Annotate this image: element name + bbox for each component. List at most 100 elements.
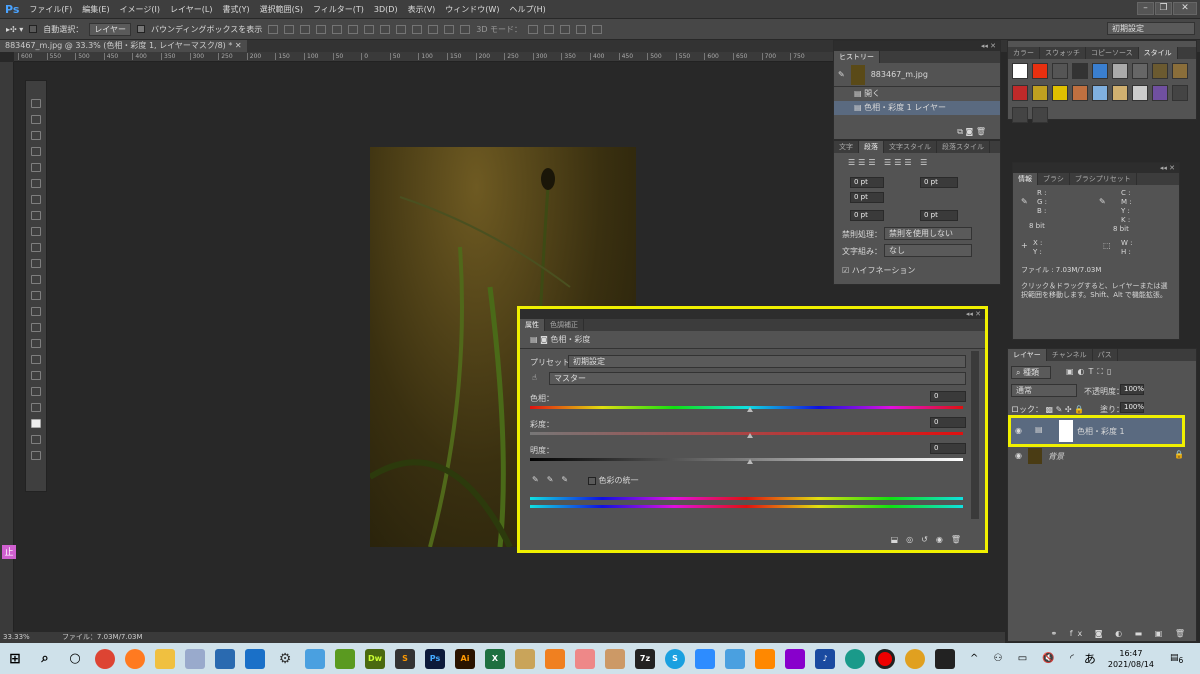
style-swatch[interactable]: [1092, 63, 1108, 79]
distribute-top-icon[interactable]: [364, 24, 375, 34]
align-left-icon[interactable]: [316, 24, 327, 34]
excel-icon[interactable]: X: [485, 648, 505, 669]
photos-icon[interactable]: [215, 648, 235, 669]
menu-layer[interactable]: レイヤー(L): [170, 4, 212, 15]
style-swatch[interactable]: [1012, 85, 1028, 101]
saturation-field[interactable]: 0: [930, 417, 966, 428]
healing-tool[interactable]: [31, 195, 41, 204]
style-swatch[interactable]: [1052, 63, 1068, 79]
properties-scrollbar[interactable]: [971, 351, 979, 519]
distribute-hcenter-icon[interactable]: [428, 24, 439, 34]
indent-left-field[interactable]: 0 pt: [850, 177, 884, 188]
properties-actions[interactable]: ⬓◎↺◉🗑: [891, 535, 969, 544]
style-swatch[interactable]: [1152, 63, 1168, 79]
marquee-tool[interactable]: [31, 115, 41, 124]
style-swatch[interactable]: [1072, 85, 1088, 101]
eyedropper-tool[interactable]: [31, 179, 41, 188]
gradient-tool[interactable]: [31, 275, 41, 284]
paragraph-align-buttons[interactable]: ☰☰☰ ☰☰☰ ☰: [834, 153, 1000, 172]
lightness-slider[interactable]: [530, 458, 963, 464]
music-icon[interactable]: ♪: [815, 648, 835, 669]
stamp-tool[interactable]: [31, 227, 41, 236]
distribute-bottom-icon[interactable]: [396, 24, 407, 34]
illustrator-icon[interactable]: Ai: [455, 648, 475, 669]
tab-history[interactable]: ヒストリー: [834, 51, 880, 63]
space-before-field[interactable]: 0 pt: [850, 210, 884, 221]
hue-slider[interactable]: [530, 406, 963, 412]
layer-filter-icons[interactable]: ▣◐T⛶▯: [1066, 367, 1115, 377]
3d-scale-icon[interactable]: [592, 24, 603, 34]
style-swatch[interactable]: [1052, 85, 1068, 101]
media-player-icon[interactable]: [725, 648, 745, 669]
style-swatch[interactable]: [1012, 63, 1028, 79]
blur-tool[interactable]: [31, 291, 41, 300]
3d-rotate-icon[interactable]: [528, 24, 539, 34]
tab-adjustments[interactable]: 色調補正: [545, 319, 584, 331]
layer-row-hue-saturation[interactable]: ◉ ▤ 色相・彩度 1: [1008, 415, 1185, 447]
lightness-field[interactable]: 0: [930, 443, 966, 454]
visibility-eye-icon[interactable]: ◉: [1015, 426, 1022, 435]
document-tab[interactable]: 883467_m.jpg @ 33.3% (色相・彩度 1, レイヤーマスク/8…: [0, 40, 247, 52]
channel-select[interactable]: マスター: [549, 372, 966, 385]
history-item[interactable]: ▤ 開く: [834, 87, 1000, 101]
7zip-icon[interactable]: 7z: [635, 648, 655, 669]
minimize-button[interactable]: –: [1137, 2, 1154, 15]
targeted-adjustment-hand-icon[interactable]: ☝: [532, 373, 537, 382]
hand-tool[interactable]: [31, 387, 41, 396]
lightness-slider-thumb[interactable]: [746, 459, 753, 464]
menu-view[interactable]: 表示(V): [408, 4, 436, 15]
dreamweaver-icon[interactable]: Dw: [365, 648, 385, 669]
menu-filter[interactable]: フィルター(T): [313, 4, 364, 15]
tab-styles[interactable]: スタイル: [1138, 47, 1178, 59]
tab-info[interactable]: 情報: [1013, 173, 1038, 185]
vlc-icon[interactable]: [755, 648, 775, 669]
panel-collapse-icon[interactable]: ◂◂ ✕: [1013, 163, 1179, 173]
tab-swatches[interactable]: スウォッチ: [1040, 47, 1086, 59]
layer-actions[interactable]: ⚭ fx ◙ ◐ ▬ ▣ 🗑: [1050, 629, 1190, 638]
menu-type[interactable]: 書式(Y): [222, 4, 249, 15]
path-select-tool[interactable]: [31, 355, 41, 364]
sublime-icon[interactable]: S: [395, 648, 415, 669]
sticky-app-icon[interactable]: [935, 648, 955, 669]
quick-mask-button[interactable]: [31, 435, 41, 444]
align-hcenter-icon[interactable]: [332, 24, 343, 34]
adjustment-icon[interactable]: ▤: [530, 335, 538, 344]
quick-select-tool[interactable]: [31, 147, 41, 156]
shape-tool[interactable]: [31, 371, 41, 380]
close-tab-icon[interactable]: ✕: [235, 41, 242, 50]
teal-app-icon[interactable]: [845, 648, 865, 669]
3d-slide-icon[interactable]: [576, 24, 587, 34]
mask-icon[interactable]: ◙: [540, 335, 548, 344]
style-swatch[interactable]: [1032, 63, 1048, 79]
tab-brush-presets[interactable]: ブラシプリセット: [1070, 173, 1137, 185]
layer-row-background[interactable]: ◉ 背景 🔒: [1008, 447, 1194, 465]
blend-mode-select[interactable]: 通常: [1011, 384, 1077, 397]
history-brush-tool[interactable]: [31, 243, 41, 252]
snipping-icon[interactable]: [575, 648, 595, 669]
system-tray-icons[interactable]: ^ ⚇ ▭ 🔇 ◜: [970, 653, 1080, 664]
space-after-field[interactable]: 0 pt: [920, 210, 958, 221]
distribute-right-icon[interactable]: [444, 24, 455, 34]
opacity-field[interactable]: 100%: [1120, 384, 1144, 395]
tab-character-styles[interactable]: 文字スタイル: [884, 141, 937, 153]
panel-collapse-icon[interactable]: ◂◂ ✕: [834, 41, 1000, 51]
saturation-slider-thumb[interactable]: [746, 433, 753, 438]
menu-3d[interactable]: 3D(D): [374, 5, 398, 14]
purple-app-icon[interactable]: [785, 648, 805, 669]
close-button[interactable]: ✕: [1173, 2, 1197, 15]
align-top-icon[interactable]: [268, 24, 279, 34]
menu-file[interactable]: ファイル(F): [29, 4, 72, 15]
start-button[interactable]: ⊞: [5, 649, 25, 669]
skype-icon[interactable]: S: [665, 648, 685, 669]
colorize-checkbox[interactable]: 色彩の統一: [588, 475, 639, 486]
layer-mask-thumbnail[interactable]: [1059, 420, 1073, 442]
tab-color[interactable]: カラー: [1008, 47, 1040, 59]
contacts-icon[interactable]: [305, 648, 325, 669]
style-swatch[interactable]: [1152, 85, 1168, 101]
tab-paragraph[interactable]: 段落: [859, 141, 884, 153]
saturation-slider[interactable]: [530, 432, 963, 438]
firefox-icon[interactable]: [125, 648, 145, 669]
style-swatch[interactable]: [1172, 85, 1188, 101]
tab-properties[interactable]: 属性: [520, 319, 545, 331]
eraser-tool[interactable]: [31, 259, 41, 268]
